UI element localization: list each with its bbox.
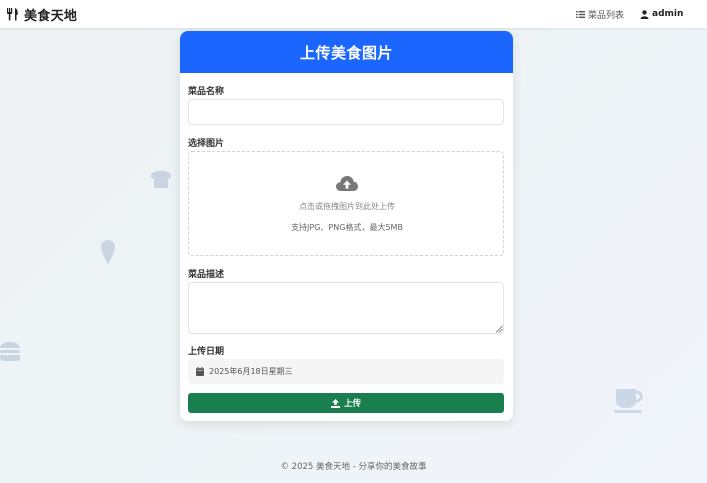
- ice-cream-icon: [101, 240, 115, 265]
- description-textarea[interactable]: [188, 282, 504, 334]
- dropzone-format-info: 支持JPG、PNG格式，最大5MB: [291, 223, 403, 232]
- bread-icon: [151, 170, 171, 188]
- nav-dish-list-label: 菜品列表: [588, 10, 625, 21]
- list-icon: [576, 10, 585, 19]
- upload-button-label: 上传: [343, 399, 361, 409]
- brand-logo[interactable]: 美食天地: [6, 5, 78, 24]
- brand-name: 美食天地: [24, 8, 78, 24]
- description-label: 菜品描述: [188, 270, 225, 280]
- nav-user-menu[interactable]: admin: [640, 7, 683, 21]
- utensils-icon: [6, 7, 20, 21]
- dropzone-hint: 点击或拖拽图片到此处上传: [299, 202, 395, 211]
- upload-date-field: 2025年6月18日星期三: [188, 359, 504, 384]
- nav-username: admin: [652, 9, 684, 19]
- coffee-cup-icon: [614, 389, 643, 413]
- burger-icon: [0, 342, 20, 361]
- upload-button[interactable]: 上传: [188, 393, 504, 413]
- image-dropzone[interactable]: 点击或拖拽图片到此处上传 支持JPG、PNG格式，最大5MB: [188, 151, 504, 256]
- footer-text: © 2025 美食天地 - 分享你的美食故事: [280, 462, 427, 472]
- upload-icon: [330, 398, 340, 408]
- card-header: 上传美食图片: [180, 31, 513, 73]
- cloud-upload-icon: [336, 175, 358, 193]
- user-icon: [640, 9, 649, 19]
- upload-card: 上传美食图片 菜品名称 选择图片 点击或拖拽图片到此处上传 支持JPG、PNG格…: [180, 31, 513, 421]
- dish-name-label: 菜品名称: [188, 87, 225, 97]
- calendar-icon: [196, 367, 204, 376]
- top-navbar: 美食天地 菜品列表 admin: [0, 0, 707, 28]
- dish-name-input[interactable]: [188, 99, 504, 125]
- upload-date-label: 上传日期: [188, 347, 225, 357]
- page-title: 上传美食图片: [299, 43, 393, 62]
- image-select-label: 选择图片: [188, 139, 225, 149]
- upload-date-value: 2025年6月18日星期三: [209, 367, 293, 376]
- resize-grip-icon[interactable]: [495, 325, 503, 333]
- nav-dish-list-link[interactable]: 菜品列表: [576, 7, 624, 21]
